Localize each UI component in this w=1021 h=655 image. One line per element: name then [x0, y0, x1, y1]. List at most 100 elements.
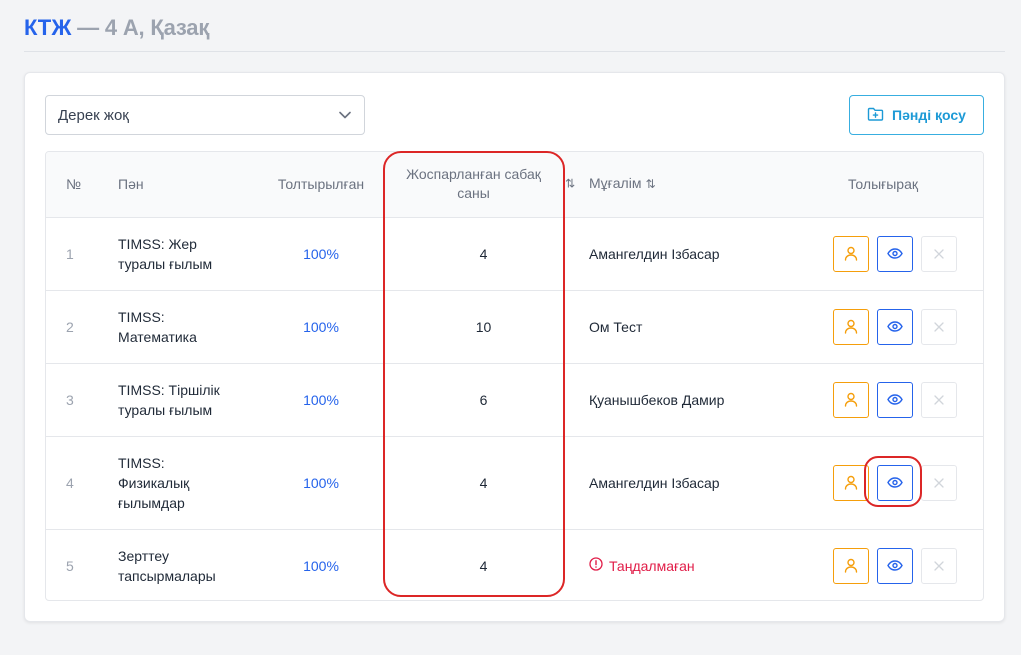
page-title-class: 4 А, Қазақ — [104, 15, 210, 40]
delete-button[interactable] — [921, 547, 957, 584]
delete-button[interactable] — [921, 464, 957, 501]
subject-line: тапсырмалары — [118, 567, 216, 584]
page-title: КТЖ — 4 А, Қазақ — [24, 14, 209, 42]
col-header-planned-label: Жоспарланған сабақ саны — [406, 166, 541, 202]
folder-plus-icon — [867, 107, 884, 124]
filled-percent: 100% — [256, 289, 386, 363]
subject-cell: TIMSS: Тіршілік туралы ғылым — [106, 362, 256, 436]
close-icon — [934, 321, 944, 332]
close-icon — [934, 561, 944, 571]
subject-line: Математика — [118, 328, 197, 345]
eye-icon — [887, 248, 903, 259]
teacher-cell: Амангелдин Ізбасар — [581, 435, 781, 529]
subject-line: TIMSS: Тіршілік — [118, 381, 220, 398]
teacher-cell: Таңдалмаған — [581, 528, 781, 600]
table-row: 3 TIMSS: Тіршілік туралы ғылым 100% 6 Қуанышб… — [46, 362, 983, 436]
delete-button[interactable] — [921, 235, 957, 272]
assign-teacher-button[interactable] — [833, 235, 869, 272]
subject-line: туралы ғылым — [118, 401, 213, 418]
col-header-details: Толығырақ — [847, 175, 919, 192]
filled-percent: 100% — [256, 435, 386, 529]
teacher-cell: Ом Тест — [581, 289, 781, 363]
info-circle-icon — [589, 556, 603, 576]
actions-cell — [781, 528, 983, 600]
eye-icon — [887, 394, 903, 405]
user-icon — [844, 558, 858, 573]
col-header-teacher[interactable]: Мұғалім ⇅ — [581, 152, 781, 217]
close-icon — [934, 248, 944, 259]
subject-line: TIMSS: Жер — [118, 235, 197, 252]
row-number: 2 — [46, 289, 106, 363]
subject-cell: TIMSS: Математика — [106, 289, 256, 363]
filled-percent: 100% — [256, 528, 386, 600]
teacher-name: Қуанышбеков Дамир — [589, 391, 725, 408]
table-row: 5 Зерттеу тапсырмалары 100% 4 Таңдалмаған — [46, 528, 983, 600]
actions-cell — [781, 216, 983, 290]
subjects-card: Дерек жоқ Пәнді қосу № Пән Толтырылған Ж… — [24, 72, 1005, 622]
eye-icon — [887, 560, 903, 571]
teacher-name: Амангелдин Ізбасар — [589, 474, 720, 491]
planned-lessons: 4 — [386, 435, 581, 529]
data-filter-select[interactable]: Дерек жоқ — [45, 95, 365, 135]
view-button[interactable] — [877, 308, 913, 345]
subject-line: TIMSS: — [118, 308, 165, 325]
subject-line: Физикалық — [118, 474, 190, 491]
view-button[interactable] — [877, 547, 913, 584]
user-icon — [844, 392, 858, 407]
user-icon — [844, 475, 858, 490]
close-icon — [934, 477, 944, 488]
eye-icon — [887, 477, 903, 488]
table-row: 2 TIMSS: Математика 100% 10 Ом Тест — [46, 289, 983, 363]
actions-cell — [781, 435, 983, 529]
assign-teacher-button[interactable] — [833, 308, 869, 345]
col-header-teacher-label: Мұғалім — [589, 175, 642, 192]
subject-line: ғылымдар — [118, 494, 185, 511]
assign-teacher-button[interactable] — [833, 464, 869, 501]
planned-lessons: 4 — [386, 216, 581, 290]
filled-percent: 100% — [256, 362, 386, 436]
teacher-unassigned: Таңдалмаған — [609, 557, 695, 574]
assign-teacher-button[interactable] — [833, 547, 869, 584]
view-button[interactable] — [877, 464, 913, 501]
actions-cell — [781, 289, 983, 363]
data-filter-value: Дерек жоқ — [58, 106, 129, 124]
col-header-filled: Толтырылған — [277, 175, 365, 192]
col-header-number: № — [66, 175, 82, 192]
sort-icon[interactable]: ⇅ — [565, 175, 575, 194]
col-header-planned[interactable]: Жоспарланған сабақ саны ⇅ — [386, 152, 581, 217]
row-number: 1 — [46, 216, 106, 290]
teacher-name: Ом Тест — [589, 318, 643, 335]
subject-cell: Зерттеу тапсырмалары — [106, 528, 256, 600]
subject-line: Зерттеу — [118, 547, 170, 564]
user-icon — [844, 246, 858, 261]
delete-button[interactable] — [921, 381, 957, 418]
subject-line: TIMSS: — [118, 454, 165, 471]
planned-lessons: 6 — [386, 362, 581, 436]
sort-icon[interactable]: ⇅ — [645, 177, 655, 191]
col-header-subject: Пән — [118, 175, 144, 192]
table-row: 1 TIMSS: Жер туралы ғылым 100% 4 Амангелдин І… — [46, 216, 983, 290]
row-number: 3 — [46, 362, 106, 436]
teacher-name: Амангелдин Ізбасар — [589, 245, 720, 262]
table-header-row: № Пән Толтырылған Жоспарланған сабақ сан… — [46, 152, 983, 217]
teacher-cell: Амангелдин Ізбасар — [581, 216, 781, 290]
add-subject-button[interactable]: Пәнді қосу — [849, 95, 984, 135]
delete-button[interactable] — [921, 308, 957, 345]
assign-teacher-button[interactable] — [833, 381, 869, 418]
add-subject-label: Пәнді қосу — [892, 107, 966, 123]
row-number: 4 — [46, 435, 106, 529]
subject-cell: TIMSS: Физикалық ғылымдар — [106, 435, 256, 529]
user-icon — [844, 319, 858, 334]
row-number: 5 — [46, 528, 106, 600]
page-title-separator: — — [71, 15, 105, 40]
view-button[interactable] — [877, 235, 913, 272]
view-button[interactable] — [877, 381, 913, 418]
page-title-main: КТЖ — [24, 15, 72, 40]
actions-cell — [781, 362, 983, 436]
filled-percent: 100% — [256, 216, 386, 290]
planned-lessons: 4 — [386, 528, 581, 600]
table-row: 4 TIMSS: Физикалық ғылымдар 100% 4 Амангелдин … — [46, 435, 983, 529]
teacher-cell: Қуанышбеков Дамир — [581, 362, 781, 436]
chevron-down-icon — [338, 108, 352, 122]
planned-lessons: 10 — [386, 289, 581, 363]
